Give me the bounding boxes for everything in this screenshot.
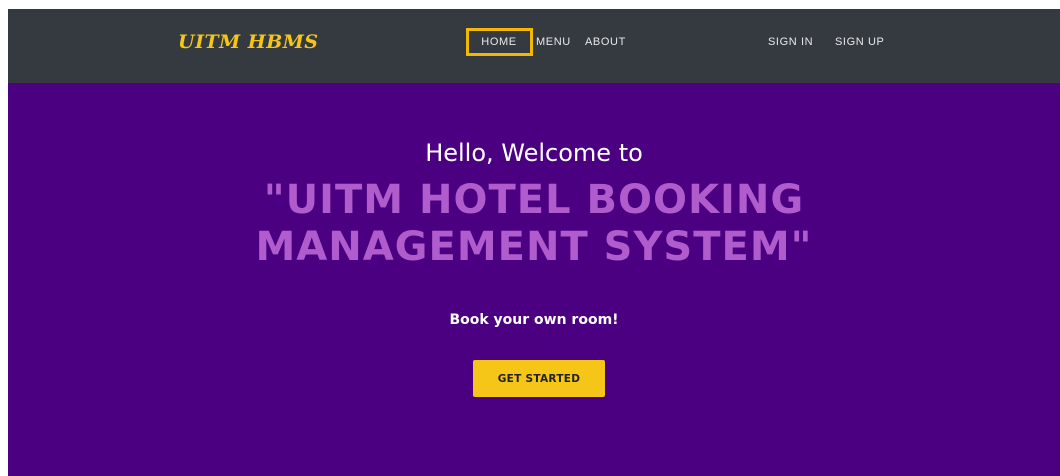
hero-headline-line-1: "UITM HOTEL BOOKING <box>263 177 805 223</box>
sign-up-link[interactable]: SIGN UP <box>835 9 884 83</box>
hero-tagline: Book your own room! <box>449 312 619 328</box>
hero-headline-line-2: MANAGEMENT SYSTEM" <box>255 224 813 270</box>
hero-headline: "UITM HOTEL BOOKING MANAGEMENT SYSTEM" <box>8 177 1060 271</box>
navbar: UITM HBMS HOME MENU ABOUT SIGN IN SIGN U… <box>8 9 1060 83</box>
page-frame: UITM HBMS HOME MENU ABOUT SIGN IN SIGN U… <box>8 9 1060 476</box>
hero-greeting: Hello, Welcome to <box>425 139 643 167</box>
brand-logo[interactable]: UITM HBMS <box>178 31 319 53</box>
nav-link-about[interactable]: ABOUT <box>585 9 626 83</box>
nav-link-home[interactable]: HOME <box>466 9 532 83</box>
hero-section: Hello, Welcome to "UITM HOTEL BOOKING MA… <box>8 83 1060 476</box>
sign-in-link[interactable]: SIGN IN <box>768 9 813 83</box>
nav-link-menu[interactable]: MENU <box>536 9 571 83</box>
get-started-button[interactable]: GET STARTED <box>473 360 605 397</box>
